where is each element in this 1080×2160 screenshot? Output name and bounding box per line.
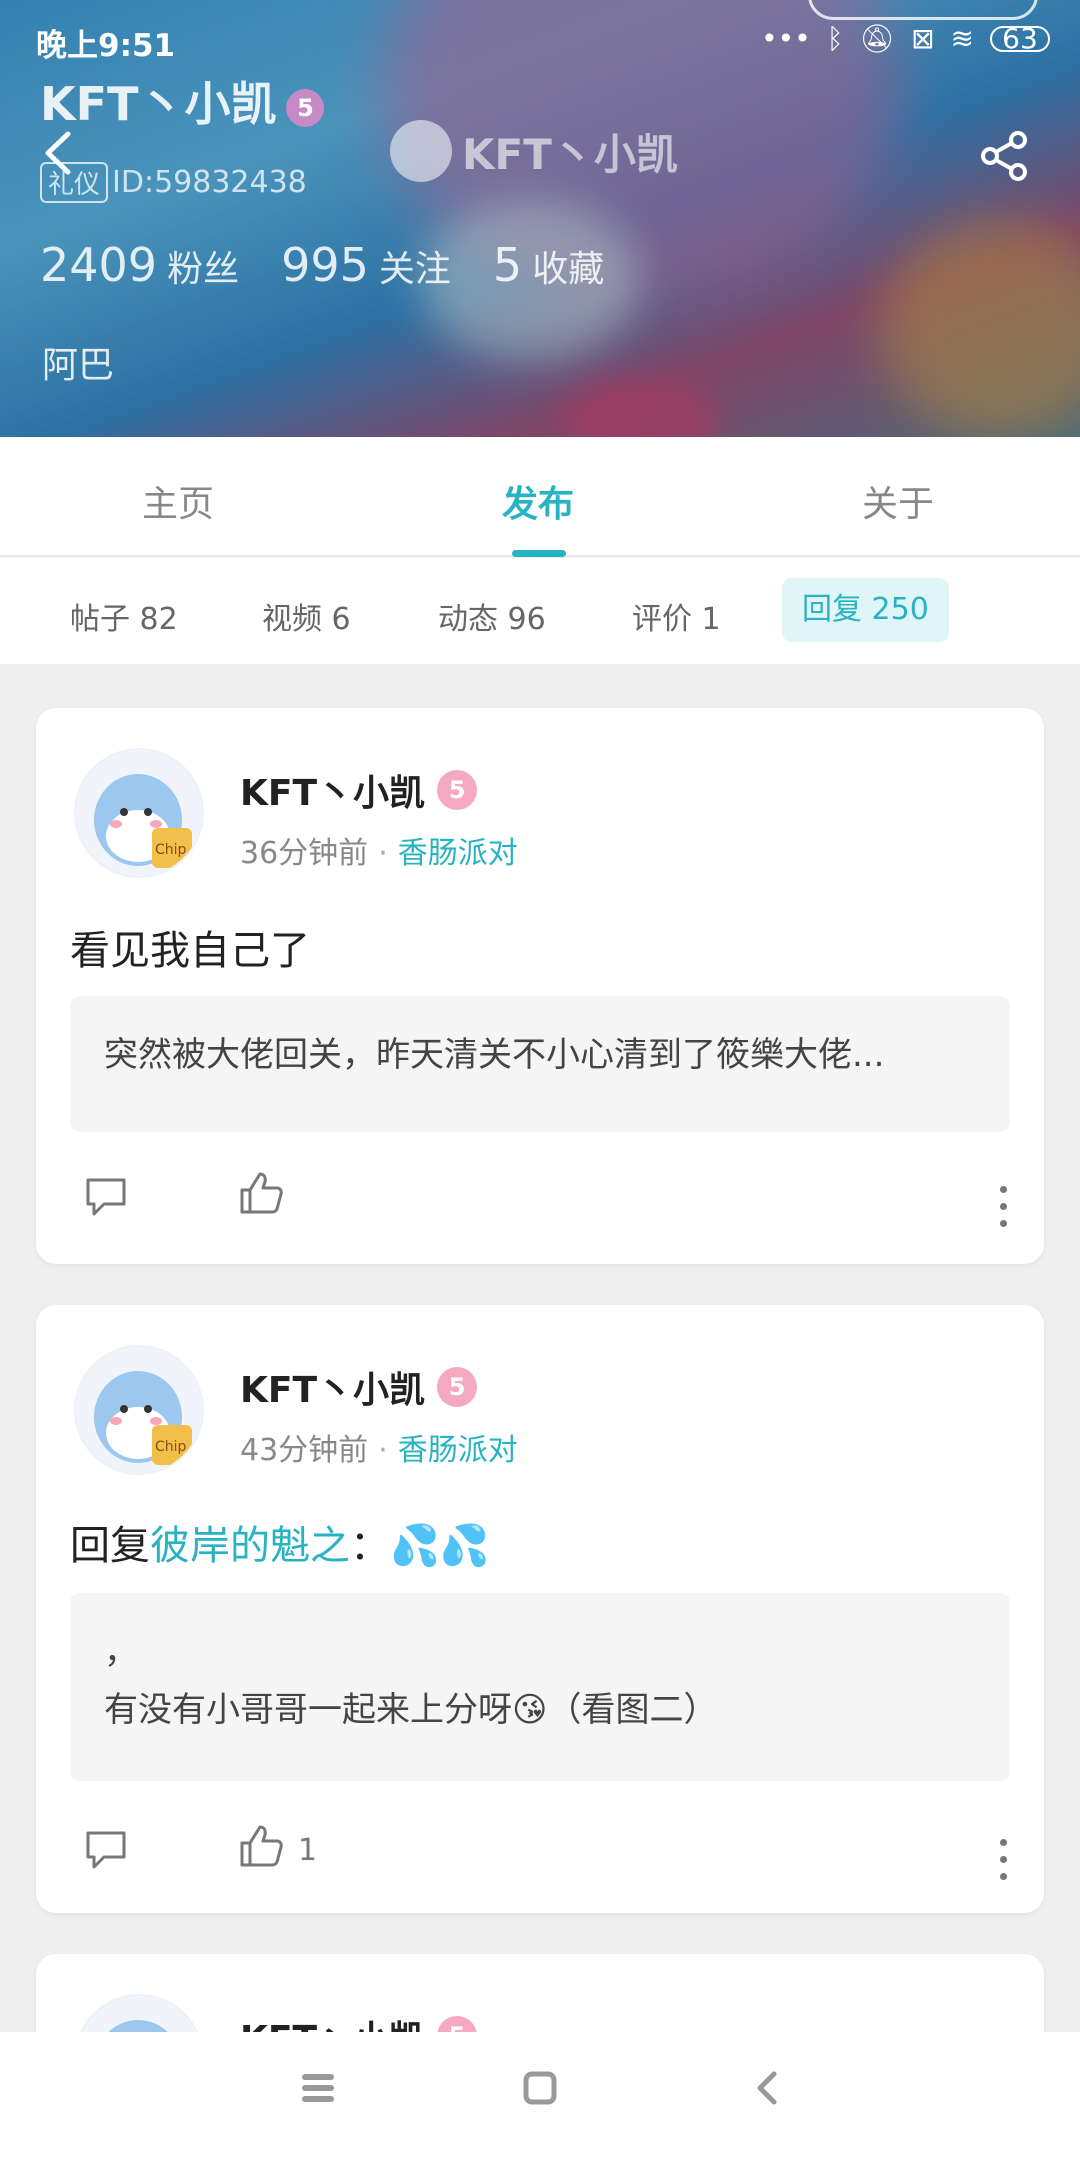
subtab-posts[interactable]: 帖子 82 [50, 588, 198, 652]
back-nav-icon[interactable] [752, 2068, 782, 2112]
post-topic[interactable]: 香肠派对 [398, 1433, 518, 1468]
status-bar: 晚上9:51 ••• ᛒ 🔕︎ ⊠ ≋ 63 [36, 18, 1050, 64]
quoted-text-line: 有没有小哥哥一起来上分呀😘（看图二） [104, 1690, 718, 1730]
following-stat[interactable]: 995 关注 [281, 238, 451, 292]
post-time: 43分钟前 [240, 1433, 369, 1468]
quoted-text: 突然被大佬回关，昨天清关不小心清到了筱樂大佬... [104, 1035, 885, 1075]
quoted-post[interactable]: 突然被大佬回关，昨天清关不小心清到了筱樂大佬... [70, 996, 1010, 1132]
post-topic[interactable]: 香肠派对 [398, 836, 518, 871]
profile-stats: 2409 粉丝 995 关注 5 收藏 [40, 238, 604, 292]
post-meta: 43分钟前 · 香肠派对 [240, 1433, 518, 1468]
share-icon[interactable] [976, 128, 1032, 184]
battery-icon: 63 [990, 24, 1050, 52]
profile-header: 晚上9:51 ••• ᛒ 🔕︎ ⊠ ≋ 63 KFT丶小凯 5 礼仪 ID:598… [0, 0, 1080, 437]
active-tab-indicator [512, 550, 566, 557]
comment-icon[interactable] [82, 1825, 130, 1873]
subtab-videos[interactable]: 视频 6 [242, 588, 371, 652]
svg-text:Chip: Chip [155, 1439, 187, 1455]
level-badge: 5 [437, 1367, 478, 1407]
subtab-reviews[interactable]: 评价 1 [612, 588, 741, 652]
reply-card[interactable]: Chip KFT丶小凯 5 36分钟前 · 香肠派对 看见我自己了 突然被大佬回关，昨… [36, 708, 1044, 1264]
status-time: 晚上9:51 [36, 28, 176, 64]
system-nav-bar [0, 2032, 1080, 2160]
bluetooth-icon: ᛒ [826, 22, 844, 55]
followers-stat[interactable]: 2409 粉丝 [40, 238, 239, 292]
edit-profile-button[interactable] [808, 0, 1038, 20]
like-button[interactable]: 1 [236, 1821, 317, 1879]
header-title: KFT丶小凯 [390, 120, 678, 182]
more-dots-icon: ••• [761, 22, 811, 55]
quoted-text-line: ， [104, 1632, 138, 1672]
more-options-icon[interactable] [1000, 1839, 1008, 1880]
main-tabs: 主页 发布 关于 [0, 437, 1080, 557]
profile-id: ID:59832438 [112, 165, 307, 200]
post-time: 36分钟前 [240, 836, 369, 871]
etiquette-tag: 礼仪 [40, 162, 109, 203]
like-count: 1 [298, 1832, 318, 1868]
profile-id-row: 礼仪 ID:59832438 [40, 162, 307, 203]
post-meta: 36分钟前 · 香肠派对 [240, 836, 518, 871]
avatar[interactable]: Chip [74, 1345, 204, 1475]
tab-about[interactable]: 关于 [862, 475, 934, 527]
wifi-icon: ≋ [950, 22, 974, 55]
level-badge: 5 [286, 88, 325, 127]
svg-text:Chip: Chip [155, 842, 187, 858]
post-content: 看见我自己了 [70, 928, 310, 974]
header-avatar [390, 120, 452, 182]
reply-card[interactable]: Chip KFT丶小凯 5 43分钟前 · 香肠派对 回复彼岸的魁之：💦💦 ， 有没有… [36, 1305, 1044, 1913]
subtab-replies[interactable]: 回复 250 [782, 578, 949, 642]
quoted-post[interactable]: ， 有没有小哥哥一起来上分呀😘（看图二） [70, 1593, 1010, 1781]
post-author[interactable]: KFT丶小凯5 [240, 1361, 478, 1413]
avatar[interactable]: Chip [74, 748, 204, 878]
thumbs-up-icon [236, 1821, 286, 1879]
sub-tabs: 帖子 82 视频 6 动态 96 评价 1 回复 250 [0, 558, 1080, 664]
reply-mention-link[interactable]: 彼岸的魁之 [150, 1523, 350, 1569]
subtab-moments[interactable]: 动态 96 [418, 588, 566, 652]
thumbs-up-icon [236, 1168, 286, 1226]
post-content: 回复彼岸的魁之：💦💦 [70, 1523, 490, 1569]
more-options-icon[interactable] [1000, 1186, 1008, 1227]
favorites-stat[interactable]: 5 收藏 [493, 238, 604, 292]
profile-bio: 阿巴 [42, 345, 115, 386]
bell-off-icon: 🔕︎ [859, 22, 896, 55]
home-square-icon[interactable] [522, 2068, 558, 2112]
sim-off-icon: ⊠ [911, 22, 935, 55]
level-badge: 5 [437, 770, 478, 810]
menu-icon[interactable] [300, 2068, 336, 2112]
profile-name: KFT丶小凯 5 [40, 68, 325, 134]
like-button[interactable] [236, 1168, 298, 1226]
tab-home[interactable]: 主页 [142, 475, 214, 527]
comment-icon[interactable] [82, 1172, 130, 1220]
post-author[interactable]: KFT丶小凯5 [240, 764, 478, 816]
tab-posts[interactable]: 发布 [502, 475, 574, 527]
